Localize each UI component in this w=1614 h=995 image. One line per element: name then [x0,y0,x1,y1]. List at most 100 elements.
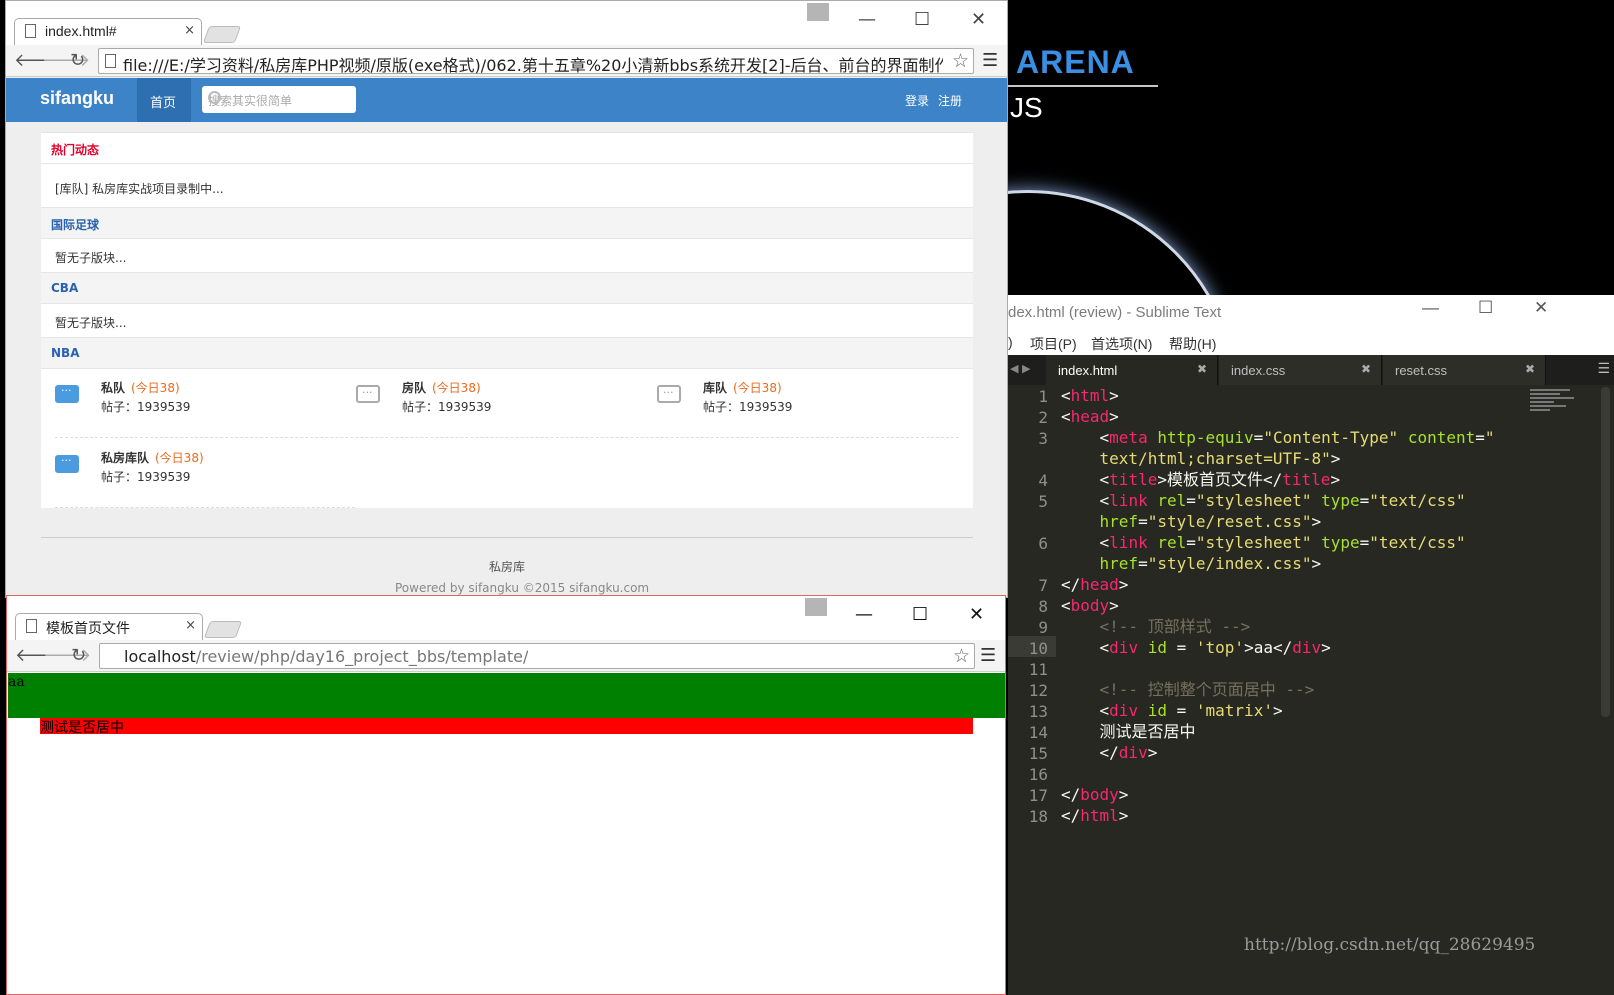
menu-item-help[interactable]: 帮助(H) [1169,334,1216,354]
forum-item[interactable]: 库队 (今日38) 帖子：1939539 [657,379,957,439]
login-link[interactable]: 登录 [905,92,929,109]
code-line: <title>模板首页文件</title> [1061,470,1341,489]
menu-item-preferences[interactable]: 首选项(N) [1091,334,1152,354]
line-number: 4 [1038,471,1048,490]
forum-post-count: 帖子：1939539 [402,400,492,414]
url-path: /review/php/day16_project_bbs/template/ [195,647,529,666]
desktop-logo: ARENA [1016,44,1135,80]
maximize-icon[interactable]: ☐ [1478,298,1493,318]
code-line: text/html;charset=UTF-8"> [1099,449,1341,468]
tab-close-icon[interactable]: ✖ [1525,362,1535,376]
maximize-icon[interactable]: ☐ [914,9,930,30]
minimize-icon[interactable]: — [858,9,876,30]
line-number: 8 [1038,597,1048,616]
browser-window-1: index.html# × — ☐ ✕ 🡐 🡒 ↻ file:///E:/学习资… [5,0,1008,598]
nav-home[interactable]: 首页 [137,78,191,122]
line-number: 11 [1028,660,1048,679]
forum-today-count: (今日38) [432,381,481,395]
user-profile-icon[interactable] [807,3,829,21]
desktop-subtext: JS [1010,92,1043,123]
forum-name[interactable]: 私队 [101,379,125,396]
forum-today-count: (今日38) [155,451,204,465]
page-icon [25,24,36,38]
code-line: <!-- 顶部样式 --> [1099,617,1251,636]
code-line: href="style/index.css"> [1099,554,1322,573]
tab-close-icon[interactable]: × [185,618,196,633]
line-number: 16 [1028,765,1048,784]
vertical-scrollbar[interactable] [1601,387,1610,717]
close-icon[interactable]: ✕ [971,9,986,30]
tab-close-icon[interactable]: ✖ [1197,362,1207,376]
forum-item[interactable]: 房队 (今日38) 帖子：1939539 [356,379,656,439]
browser-tab-template[interactable]: 模板首页文件 × [15,613,203,640]
browser-menu-icon[interactable]: ☰ [982,50,998,71]
line-number: 1 [1038,387,1048,406]
tab-index-css[interactable]: index.css ✖ [1219,355,1382,385]
address-bar[interactable]: localhost/review/php/day16_project_bbs/t… [99,643,975,669]
code-line: </body> [1061,785,1129,804]
line-number: 3 [1038,429,1048,448]
section-header-nba: NBA [41,337,973,369]
close-icon[interactable]: ✕ [969,604,984,625]
menu-item-partial[interactable]: ) [1008,334,1013,350]
line-number: 6 [1038,534,1048,553]
site-search-input[interactable]: 搜索其实很简单 [202,86,356,113]
section-header-football: 国际足球 [41,207,973,239]
tab-label: index.html [1058,363,1118,378]
site-logo[interactable]: sifangku [40,88,114,109]
close-icon[interactable]: ✕ [1534,298,1548,318]
tab-close-icon[interactable]: ✖ [1361,362,1371,376]
minimap[interactable] [1530,387,1576,427]
section-title: 热门动态 [51,143,100,157]
code-line: <meta http-equiv="Content-Type" content=… [1061,428,1495,447]
forum-name[interactable]: 房队 [402,379,426,396]
menu-item-project[interactable]: 项目(P) [1030,334,1077,354]
site-navbar: sifangku 首页 搜索其实很简单 登录 注册 [6,78,1007,122]
forum-today-count: (今日38) [131,381,180,395]
forum-item[interactable]: 私队 (今日38) 帖子：1939539 [55,379,355,439]
forum-today-count: (今日38) [733,381,782,395]
line-number: 10 [1028,639,1048,658]
section-title[interactable]: 国际足球 [51,216,99,233]
user-profile-icon[interactable] [805,598,827,616]
reload-icon[interactable]: ↻ [71,645,86,666]
tab-menu-icon[interactable]: ☰ [1597,361,1610,377]
forum-post-count: 帖子：1939539 [101,400,191,414]
empty-notice: 暂无子版块... [55,316,127,330]
new-tab-button[interactable] [202,26,242,43]
reload-icon[interactable]: ↻ [70,50,85,71]
address-toolbar: 🡐 🡒 ↻ localhost/review/php/day16_project… [7,640,1005,672]
tab-scroll-arrows-icon[interactable]: ◀ ▶ [1010,362,1030,375]
tab-reset-css[interactable]: reset.css ✖ [1383,355,1546,385]
tab-close-icon[interactable]: × [184,23,195,38]
section-title[interactable]: CBA [51,281,78,295]
matrix-div-text: 测试是否居中 [40,720,124,736]
forum-divider [55,437,959,438]
forum-name[interactable]: 库队 [703,379,727,396]
bookmark-star-icon[interactable]: ☆ [953,645,970,667]
browser-menu-icon[interactable]: ☰ [980,645,996,666]
search-icon[interactable] [208,91,221,104]
section-title[interactable]: NBA [51,346,79,360]
address-bar[interactable]: file:///E:/学习资料/私房库PHP视频/原版(exe格式)/062.第… [98,48,974,75]
forum-chat-icon [55,451,79,473]
line-number: 14 [1028,723,1048,742]
top-div-text: aa [8,674,25,690]
forum-item[interactable]: 私房库队 (今日38) 帖子：1939539 [55,449,355,509]
forum-panel: 热门动态 [库队] 私房库实战项目录制中... 国际足球 暂无子版块... CB… [41,132,973,508]
hot-item-link[interactable]: [库队] 私房库实战项目录制中... [55,180,224,197]
minimize-icon[interactable]: — [855,604,873,625]
line-number: 5 [1038,492,1048,511]
desktop-background: ARENA JS [1008,0,1614,295]
maximize-icon[interactable]: ☐ [912,604,928,625]
minimize-icon[interactable]: — [1422,298,1439,318]
footer-divider [41,537,973,538]
register-link[interactable]: 注册 [938,92,962,109]
footer-powered: Powered by sifangku ©2015 sifangku.com [395,581,650,595]
tab-index-html[interactable]: index.html ✖ [1046,355,1218,385]
new-tab-button[interactable] [203,621,243,638]
forum-name[interactable]: 私房库队 [101,449,149,466]
sublime-title: dex.html (review) - Sublime Text [1008,304,1222,321]
bookmark-star-icon[interactable]: ☆ [952,50,969,72]
browser-tab-index[interactable]: index.html# × [14,18,202,45]
